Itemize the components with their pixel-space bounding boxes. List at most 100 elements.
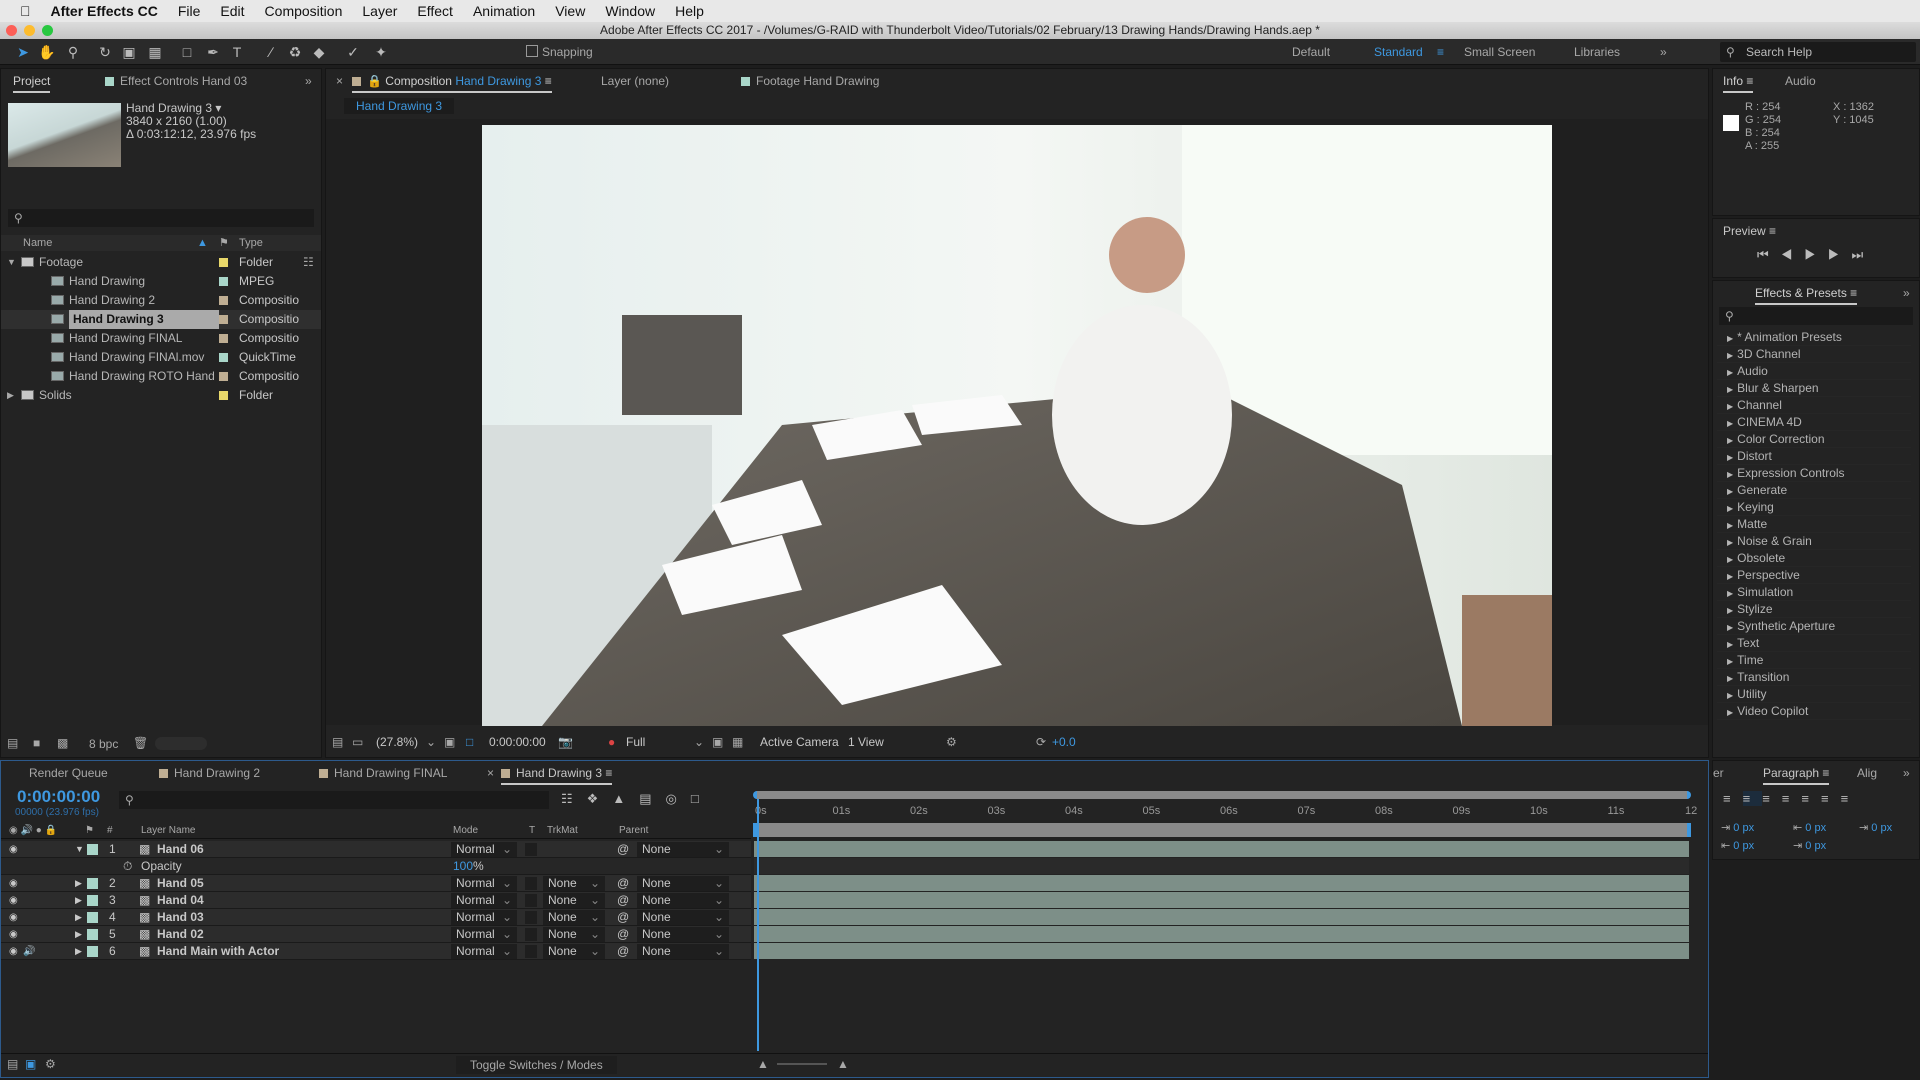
search-help-input[interactable]: ⚲ Search Help xyxy=(1720,42,1916,62)
project-item[interactable]: ▼ Footage Folder ☷ xyxy=(1,253,321,272)
effects-category[interactable]: ▶ Text xyxy=(1717,635,1911,652)
project-item[interactable]: Hand Drawing FINAl.mov QuickTime xyxy=(1,348,321,367)
tab-render-queue[interactable]: Render Queue xyxy=(29,766,108,780)
parent-dropdown[interactable]: None ⌄ xyxy=(637,927,729,942)
justify-all-icon[interactable]: ≡ xyxy=(1841,791,1861,806)
bit-depth-button[interactable]: 8 bpc xyxy=(89,737,118,751)
expand-arrow-icon[interactable]: ▶ xyxy=(75,875,82,892)
pan-behind-tool-icon[interactable]: ▦ xyxy=(146,43,164,61)
audio-icon[interactable]: 🔊 xyxy=(23,943,35,960)
motion-blur-icon[interactable]: ◎ xyxy=(665,791,690,806)
parent-pickwhip-icon[interactable]: @ xyxy=(617,943,629,960)
visibility-eye-icon[interactable]: ◉ xyxy=(9,892,18,909)
always-preview-icon[interactable]: ▤ xyxy=(332,731,343,753)
workspace-standard[interactable]: Standard xyxy=(1374,45,1423,59)
project-item[interactable]: Hand Drawing 2 Compositio xyxy=(1,291,321,310)
layer-duration-bar[interactable] xyxy=(754,926,1689,942)
thumbnail-slider[interactable] xyxy=(155,737,207,750)
effects-category[interactable]: ▶ Perspective xyxy=(1717,567,1911,584)
label-color-swatch[interactable] xyxy=(87,878,98,889)
next-frame-icon[interactable]: ▶ xyxy=(1828,247,1852,262)
rotate-tool-icon[interactable]: ↻ xyxy=(96,43,114,61)
blend-mode-dropdown[interactable]: Normal ⌄ xyxy=(451,910,517,925)
visibility-eye-icon[interactable]: ◉ xyxy=(9,875,18,892)
space-before-field[interactable]: ⇤ 0 px xyxy=(1721,839,1754,852)
apple-icon[interactable]:  xyxy=(20,3,31,19)
layer-switches-icon[interactable]: ▤ xyxy=(7,1057,18,1071)
stopwatch-icon[interactable]: ⏱ xyxy=(123,858,132,875)
collapse-arrow-icon[interactable]: ▼ xyxy=(75,841,84,858)
parent-dropdown[interactable]: None ⌄ xyxy=(637,842,729,857)
roto-brush-tool-icon[interactable]: ✓ xyxy=(344,43,362,61)
effects-category[interactable]: ▶ Utility xyxy=(1717,686,1911,703)
project-item[interactable]: Hand Drawing MPEG xyxy=(1,272,321,291)
effects-category[interactable]: ▶ Keying xyxy=(1717,499,1911,516)
expand-arrow-icon[interactable]: ▶ xyxy=(75,926,82,943)
panel-overflow-icon[interactable]: » xyxy=(305,74,312,88)
blend-mode-dropdown[interactable]: Normal ⌄ xyxy=(451,893,517,908)
interpret-footage-icon[interactable]: ▤ xyxy=(7,736,18,750)
transfer-controls-icon[interactable]: ▣ xyxy=(25,1057,36,1071)
indent-right-field[interactable]: ⇤ 0 px xyxy=(1793,821,1826,834)
tab-align[interactable]: Alig xyxy=(1857,766,1877,780)
layer-row[interactable]: ◉ ▶ 2 ▩ Hand 05 Normal ⌄ None ⌄ @ None ⌄ xyxy=(1,875,751,892)
align-left-icon[interactable]: ≡ xyxy=(1723,791,1743,806)
tab-paragraph[interactable]: Paragraph ≡ xyxy=(1763,766,1830,785)
layer-duration-bar[interactable] xyxy=(754,909,1689,925)
layer-duration-bar[interactable] xyxy=(754,892,1689,908)
layer-name[interactable]: Hand 03 xyxy=(157,909,204,926)
timeline-current-time[interactable]: 0:00:00:00 xyxy=(17,787,100,807)
workspace-libraries[interactable]: Libraries xyxy=(1574,45,1620,59)
tab-hand-drawing-2[interactable]: Hand Drawing 2 xyxy=(159,766,260,780)
camera-dropdown[interactable]: Active Camera xyxy=(760,731,839,753)
effects-category[interactable]: ▶ Expression Controls xyxy=(1717,465,1911,482)
blend-mode-dropdown[interactable]: Normal ⌄ xyxy=(451,927,517,942)
preserve-transparency-checkbox[interactable] xyxy=(525,911,537,924)
tab-preview[interactable]: Preview ≡ xyxy=(1723,224,1776,238)
layer-name[interactable]: Hand 05 xyxy=(157,875,204,892)
resolution-dropdown[interactable]: Full xyxy=(626,731,645,753)
draft-3d-icon[interactable]: ❖ xyxy=(587,791,613,806)
menu-help[interactable]: Help xyxy=(675,3,704,19)
column-name[interactable]: Name xyxy=(23,235,52,251)
parent-pickwhip-icon[interactable]: @ xyxy=(617,909,629,926)
effects-category[interactable]: ▶ Matte xyxy=(1717,516,1911,533)
menu-effect[interactable]: Effect xyxy=(417,3,453,19)
expand-arrow-icon[interactable]: ▶ xyxy=(75,943,82,960)
tab-footage[interactable]: Footage Hand Drawing xyxy=(741,74,879,88)
flowchart-icon[interactable]: ☷ xyxy=(303,253,314,272)
first-line-indent-field[interactable]: ⇥ 0 px xyxy=(1859,821,1892,834)
label-color-swatch[interactable] xyxy=(219,372,228,381)
previous-frame-icon[interactable]: ◀ xyxy=(1781,247,1805,262)
expand-arrow-icon[interactable]: ▶ xyxy=(75,909,82,926)
indent-left-field[interactable]: ⇥ 0 px xyxy=(1721,821,1754,834)
visibility-eye-icon[interactable]: ◉ xyxy=(9,943,18,960)
layer-duration-bar[interactable] xyxy=(754,841,1689,857)
tab-layer[interactable]: Layer (none) xyxy=(601,74,669,88)
effects-category[interactable]: ▶ Generate xyxy=(1717,482,1911,499)
zoom-window-button[interactable] xyxy=(42,25,53,36)
blend-mode-dropdown[interactable]: Normal ⌄ xyxy=(451,876,517,891)
effects-category[interactable]: ▶ Synthetic Aperture xyxy=(1717,618,1911,635)
new-composition-icon[interactable]: ▩ xyxy=(57,736,68,750)
align-center-icon[interactable]: ≡ xyxy=(1742,791,1763,806)
transparency-grid-icon[interactable]: ▦ xyxy=(732,731,743,753)
effects-category[interactable]: ▶ 3D Channel xyxy=(1717,346,1911,363)
track-matte-dropdown[interactable]: None ⌄ xyxy=(543,876,605,891)
zoom-in-icon[interactable]: ▲ xyxy=(837,1057,849,1071)
preserve-transparency-checkbox[interactable] xyxy=(525,894,537,907)
fast-previews-icon[interactable]: ⚙ xyxy=(946,731,957,753)
time-zoom-slider[interactable] xyxy=(777,1063,827,1065)
column-layer-name[interactable]: Layer Name xyxy=(141,823,195,839)
in-out-panes-icon[interactable]: ⚙ xyxy=(45,1057,56,1071)
blend-mode-dropdown[interactable]: Normal ⌄ xyxy=(451,944,517,959)
composition-flowchart-icon[interactable]: ☷ xyxy=(561,791,587,806)
safe-margins-icon[interactable]: ▣ xyxy=(444,731,455,753)
layer-name[interactable]: Hand 04 xyxy=(157,892,204,909)
layer-row[interactable]: ◉ ▶ 5 ▩ Hand 02 Normal ⌄ None ⌄ @ None ⌄ xyxy=(1,926,751,943)
column-type[interactable]: Type xyxy=(239,235,263,251)
channel-icon[interactable]: ● xyxy=(608,731,615,753)
layer-duration-bar[interactable] xyxy=(754,943,1689,959)
puppet-tool-icon[interactable]: ✦ xyxy=(372,43,390,61)
label-color-swatch[interactable] xyxy=(87,895,98,906)
